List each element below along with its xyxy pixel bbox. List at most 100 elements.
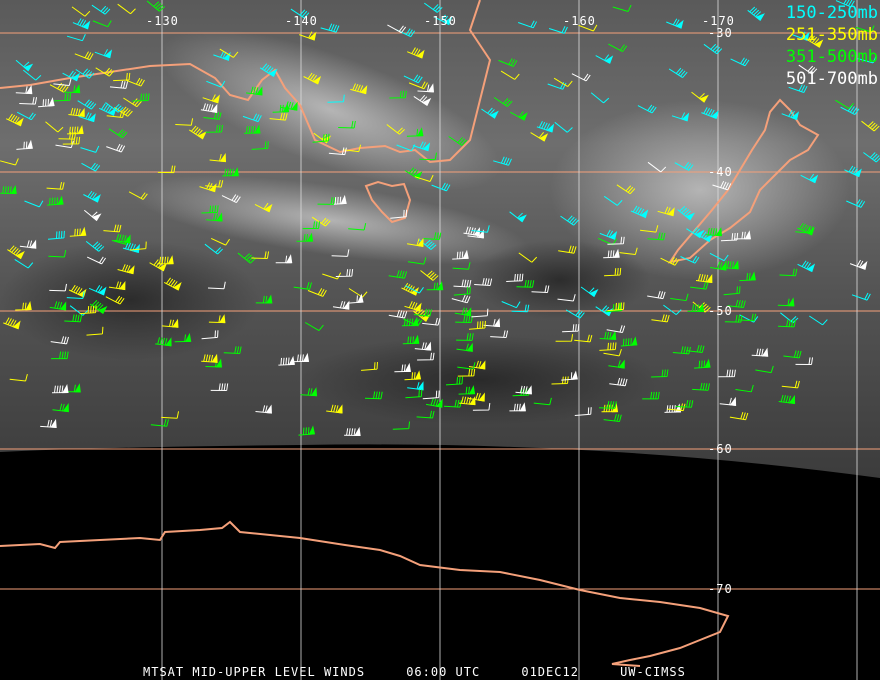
wind-barb [15,301,32,311]
wind-barb [251,141,269,150]
wind-barb [0,184,17,194]
wind-barb [481,107,499,119]
wind-barb [155,337,172,347]
wind-barb [49,283,67,292]
wind-barb [15,85,33,95]
wind-barb [317,197,336,205]
wind-barb [9,374,28,382]
wind-barb [106,143,126,153]
wind-barb [849,259,868,270]
wind-barb [103,224,122,233]
wind-barb [94,49,113,59]
wind-barb [620,336,638,347]
wind-barb [663,304,682,316]
wind-barb [221,194,241,203]
wind-barb [364,391,383,400]
wind-barb [86,256,106,265]
product-title: MTSAT MID-UPPER LEVEL WINDS [143,665,366,679]
wind-barb [146,0,165,12]
wind-barb [695,273,713,284]
wind-barb [560,215,579,226]
wind-barb [670,293,689,302]
wind-barb [719,396,737,406]
wind-barb [161,318,179,328]
wind-barb [117,3,136,15]
wind-barb [674,161,694,171]
wind-barb [457,362,476,370]
wind-barb [755,365,774,374]
wind-barb [304,322,324,332]
wind-barb [132,93,150,102]
wind-barb [259,63,278,78]
wind-barb [701,107,719,120]
wind-barb [201,330,219,340]
wind-barb [844,165,862,178]
wind-barb [511,304,530,313]
wind-barb [603,348,622,357]
wind-barb [201,353,218,363]
wind-barb [590,92,610,104]
wind-barb [686,227,704,239]
wind-barb [405,389,423,399]
wind-barb [554,121,573,133]
wind-barb [417,352,435,361]
wind-barb [50,336,69,345]
wind-barb [202,94,220,104]
wind-barb [407,381,424,391]
wind-barb [123,97,142,108]
wind-barb [558,245,577,254]
wind-barb [458,385,476,395]
wind-barb [387,24,407,34]
wind-barb [67,124,84,135]
wind-barb [19,239,37,249]
lat-label: -50 [708,304,733,318]
wind-barb [80,145,100,153]
legend-251-350mb: 251-350mb [785,25,878,45]
wind-barb [15,59,34,72]
wind-barb [92,20,112,28]
wind-barb [604,267,622,277]
wind-barb [292,352,310,363]
wind-barb [490,330,509,339]
wind-barb [328,147,347,156]
wind-barb [350,83,368,95]
wind-barb [616,184,636,195]
wind-barb [500,70,520,80]
wind-barb [483,317,501,328]
wind-barb [113,72,131,82]
wind-barb [518,20,538,29]
wind-barb [86,326,104,336]
wind-barb [46,182,65,190]
wind-barb [62,70,81,82]
wind-barb [664,403,682,413]
wind-barb [595,54,614,64]
wind-barb [642,391,660,400]
wind-barb [299,31,317,41]
wind-barb [666,18,684,29]
wind-barb [718,369,736,378]
wind-barb [420,270,439,281]
wind-barb [322,272,342,280]
wind-barb [311,216,331,227]
wind-barb [58,131,77,140]
wind-barb [71,6,91,17]
wind-barb [150,418,169,427]
wind-barb [404,167,423,180]
wind-barb [457,368,476,377]
legend-150-250mb: 150-250mb [785,3,878,23]
wind-barb [109,80,129,89]
wind-barb [809,315,828,326]
lon-label: -140 [285,14,318,28]
wind-barb [720,232,739,242]
wind-barb [712,180,732,191]
wind-barb [105,295,125,305]
wind-barb [509,402,526,412]
wind-barb [660,256,680,266]
wind-barb [800,173,819,184]
wind-barb [201,205,219,214]
wind-barb [735,384,754,393]
wind-barb [456,333,474,341]
wind-barb [672,346,691,355]
wind-barb [606,325,626,333]
wind-barb [210,237,230,246]
